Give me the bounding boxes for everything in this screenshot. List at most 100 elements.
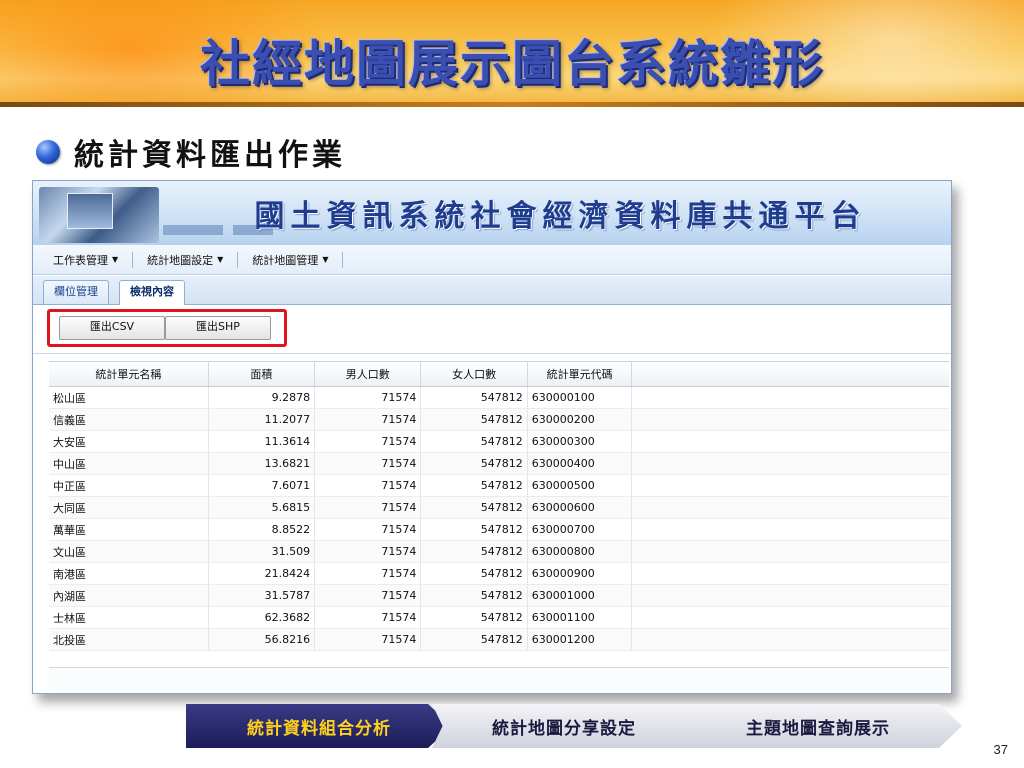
export-csv-button[interactable]: 匯出CSV <box>59 316 165 340</box>
caret-down-icon: ▼ <box>112 255 119 264</box>
cell-filler <box>631 386 949 409</box>
cell-filler <box>631 628 949 651</box>
cell-female-pop: 547812 <box>420 386 528 409</box>
cell-unit-name: 松山區 <box>49 386 209 409</box>
table-row[interactable]: 中山區 13.6821 71574 547812 630000400 <box>49 452 949 475</box>
cell-filler <box>631 540 949 563</box>
cell-female-pop: 547812 <box>420 452 528 475</box>
header-rule <box>0 102 1024 107</box>
tab-strip: 欄位管理 檢視內容 <box>33 276 951 305</box>
menu-separator <box>132 251 134 268</box>
cell-area: 9.2878 <box>208 386 316 409</box>
column-header-male-pop[interactable]: 男人口數 <box>314 362 422 387</box>
app-window: 國土資訊系統社會經濟資料庫共通平台 工作表管理 ▼ 統計地圖設定 ▼ 統計地圖管… <box>32 180 952 694</box>
cell-unit-code: 630001100 <box>527 606 633 629</box>
cell-filler <box>631 408 949 431</box>
cell-male-pop: 71574 <box>314 584 422 607</box>
menu-label: 工作表管理 <box>53 253 108 267</box>
flow-step-data-analysis[interactable]: 統計資料組合分析 <box>186 704 452 748</box>
cell-area: 11.2077 <box>208 408 316 431</box>
table-row[interactable]: 信義區 11.2077 71574 547812 630000200 <box>49 408 949 431</box>
cell-female-pop: 547812 <box>420 562 528 585</box>
cell-area: 5.6815 <box>208 496 316 519</box>
menu-separator <box>342 251 344 268</box>
bullet-ball-icon <box>36 140 60 164</box>
cell-female-pop: 547812 <box>420 474 528 497</box>
cell-filler <box>631 518 949 541</box>
flow-step-map-sharing[interactable]: 統計地圖分享設定 <box>432 704 696 748</box>
cell-unit-code: 630000300 <box>527 430 633 453</box>
cell-unit-code: 630000900 <box>527 562 633 585</box>
cell-unit-code: 630000100 <box>527 386 633 409</box>
cell-unit-name: 士林區 <box>49 606 209 629</box>
app-menubar: 工作表管理 ▼ 統計地圖設定 ▼ 統計地圖管理 ▼ <box>33 245 951 275</box>
column-header-area[interactable]: 面積 <box>208 362 316 387</box>
cell-area: 7.6071 <box>208 474 316 497</box>
cell-unit-code: 630000200 <box>527 408 633 431</box>
table-row[interactable]: 南港區 21.8424 71574 547812 630000900 <box>49 562 949 585</box>
cell-unit-code: 630000600 <box>527 496 633 519</box>
cell-unit-code: 630000500 <box>527 474 633 497</box>
cell-unit-code: 630000700 <box>527 518 633 541</box>
table-row[interactable]: 文山區 31.509 71574 547812 630000800 <box>49 540 949 563</box>
table-row[interactable]: 內湖區 31.5787 71574 547812 630001000 <box>49 584 949 607</box>
cell-filler <box>631 606 949 629</box>
cell-female-pop: 547812 <box>420 518 528 541</box>
menu-worksheet-management[interactable]: 工作表管理 ▼ <box>45 252 126 268</box>
export-shp-button[interactable]: 匯出SHP <box>165 316 271 340</box>
cell-area: 56.8216 <box>208 628 316 651</box>
tab-view-content[interactable]: 檢視內容 <box>119 280 185 305</box>
menu-stat-map-settings[interactable]: 統計地圖設定 ▼ <box>139 252 231 268</box>
cell-unit-code: 630000800 <box>527 540 633 563</box>
page-number: 37 <box>993 742 1008 757</box>
cell-unit-name: 中正區 <box>49 474 209 497</box>
menu-separator <box>237 251 239 268</box>
cell-filler <box>631 474 949 497</box>
cell-area: 11.3614 <box>208 430 316 453</box>
cell-male-pop: 71574 <box>314 408 422 431</box>
cell-unit-name: 內湖區 <box>49 584 209 607</box>
cell-unit-name: 南港區 <box>49 562 209 585</box>
cell-filler <box>631 496 949 519</box>
cell-female-pop: 547812 <box>420 408 528 431</box>
table-row[interactable]: 松山區 9.2878 71574 547812 630000100 <box>49 386 949 409</box>
cell-area: 13.6821 <box>208 452 316 475</box>
data-table: 統計單元名稱 面積 男人口數 女人口數 統計單元代碼 松山區 9.2878 7157… <box>49 362 949 651</box>
column-header-female-pop[interactable]: 女人口數 <box>420 362 528 387</box>
app-banner: 國土資訊系統社會經濟資料庫共通平台 <box>33 181 951 245</box>
cell-male-pop: 71574 <box>314 562 422 585</box>
column-header-filler <box>631 362 949 387</box>
cell-unit-name: 大安區 <box>49 430 209 453</box>
cell-female-pop: 547812 <box>420 430 528 453</box>
cell-unit-name: 文山區 <box>49 540 209 563</box>
cell-male-pop: 71574 <box>314 540 422 563</box>
table-row[interactable]: 萬華區 8.8522 71574 547812 630000700 <box>49 518 949 541</box>
data-grid: 統計單元名稱 面積 男人口數 女人口數 統計單元代碼 松山區 9.2878 7157… <box>49 361 949 672</box>
table-row[interactable]: 士林區 62.3682 71574 547812 630001100 <box>49 606 949 629</box>
cell-unit-name: 萬華區 <box>49 518 209 541</box>
column-header-unit-name[interactable]: 統計單元名稱 <box>49 362 209 387</box>
cell-unit-code: 630000400 <box>527 452 633 475</box>
cell-unit-name: 大同區 <box>49 496 209 519</box>
table-row[interactable]: 大同區 5.6815 71574 547812 630000600 <box>49 496 949 519</box>
table-row[interactable]: 大安區 11.3614 71574 547812 630000300 <box>49 430 949 453</box>
column-header-unit-code[interactable]: 統計單元代碼 <box>527 362 633 387</box>
section-title: 統計資料匯出作業 <box>74 138 346 173</box>
cell-unit-name: 信義區 <box>49 408 209 431</box>
table-row[interactable]: 北投區 56.8216 71574 547812 630001200 <box>49 628 949 651</box>
menu-label: 統計地圖管理 <box>252 253 319 267</box>
menu-stat-map-management[interactable]: 統計地圖管理 ▼ <box>244 252 336 268</box>
cell-male-pop: 71574 <box>314 606 422 629</box>
cell-filler <box>631 584 949 607</box>
table-row[interactable]: 中正區 7.6071 71574 547812 630000500 <box>49 474 949 497</box>
cell-area: 21.8424 <box>208 562 316 585</box>
tab-field-management[interactable]: 欄位管理 <box>43 280 109 304</box>
table-header-row: 統計單元名稱 面積 男人口數 女人口數 統計單元代碼 <box>49 362 949 387</box>
cell-area: 62.3682 <box>208 606 316 629</box>
cell-unit-name: 中山區 <box>49 452 209 475</box>
cell-male-pop: 71574 <box>314 452 422 475</box>
cell-filler <box>631 562 949 585</box>
flow-step-map-query[interactable]: 主題地圖查詢展示 <box>674 704 962 748</box>
cell-male-pop: 71574 <box>314 518 422 541</box>
cell-female-pop: 547812 <box>420 606 528 629</box>
